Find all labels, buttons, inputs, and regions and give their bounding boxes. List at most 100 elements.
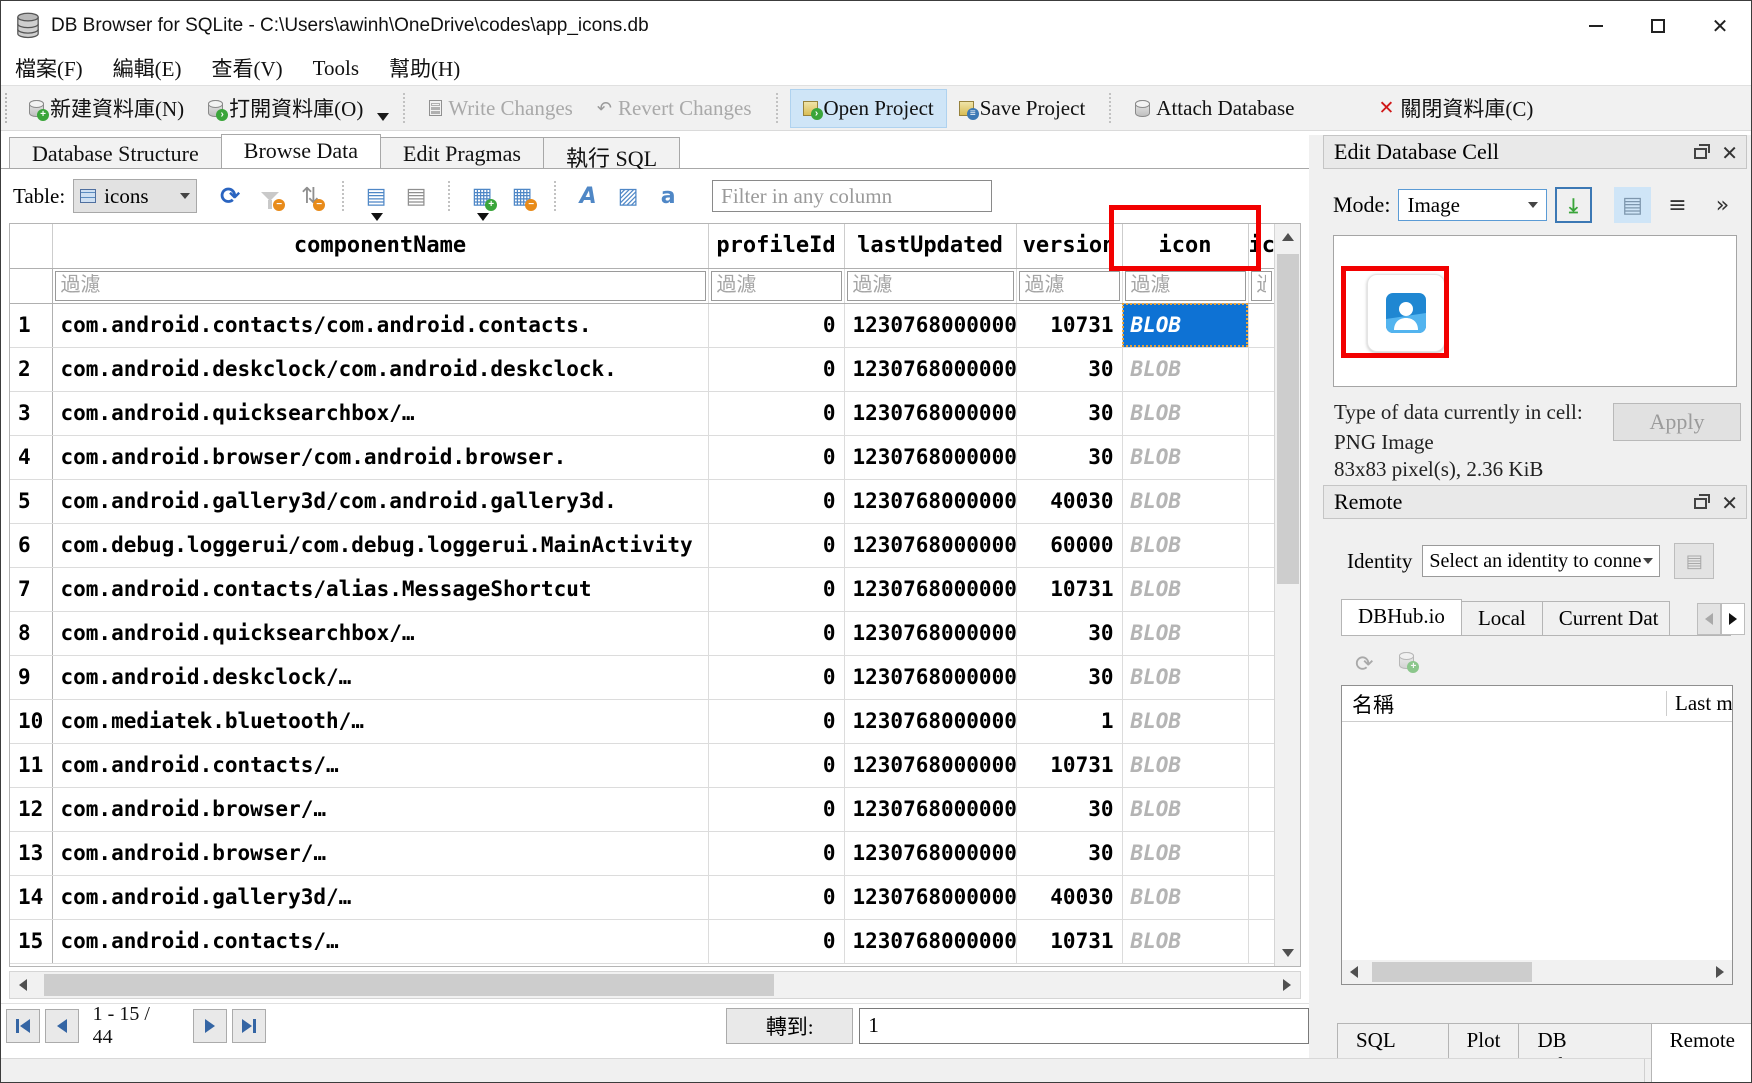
vertical-scrollbar-thumb[interactable]	[1277, 254, 1299, 584]
mode-select[interactable]: Image	[1398, 189, 1546, 221]
clear-sort-button[interactable]: ⇅ −	[293, 179, 327, 213]
tab-remote[interactable]: Remote	[1651, 1023, 1752, 1083]
row-number[interactable]: 6	[10, 523, 52, 567]
clone-database-icon[interactable]: +	[1399, 652, 1414, 669]
cell-componentName[interactable]: com.android.contacts/alias.MessageShortc…	[52, 567, 708, 611]
cell-lastUpdated[interactable]: 1230768000000	[844, 699, 1016, 743]
cell-profileId[interactable]: 0	[708, 479, 844, 523]
cell-icon[interactable]: BLOB	[1122, 787, 1248, 831]
row-number[interactable]: 13	[10, 831, 52, 875]
tab-browse-data[interactable]: Browse Data	[221, 134, 381, 168]
menu-help[interactable]: 幫助(H)	[389, 53, 460, 83]
cell-profileId[interactable]: 0	[708, 567, 844, 611]
clear-filters-button[interactable]: −	[253, 179, 287, 213]
cell-lastUpdated[interactable]: 1230768000000	[844, 391, 1016, 435]
open-database-button[interactable]: › 打開資料庫(O)	[196, 87, 375, 129]
revert-changes-button[interactable]: ↶ Revert Changes	[585, 90, 764, 127]
row-number[interactable]: 4	[10, 435, 52, 479]
goto-input[interactable]	[859, 1008, 1309, 1044]
chevron-down-icon[interactable]	[371, 213, 383, 221]
cell-profileId[interactable]: 0	[708, 831, 844, 875]
apply-button[interactable]: Apply	[1613, 403, 1741, 441]
open-project-button[interactable]: › Open Project	[790, 89, 947, 128]
cell-profileId[interactable]: 0	[708, 699, 844, 743]
cell-version[interactable]: 30	[1016, 391, 1122, 435]
new-database-button[interactable]: + 新建資料庫(N)	[17, 87, 196, 129]
tree-column-name[interactable]: 名稱	[1342, 689, 1666, 719]
panel-splitter[interactable]	[1309, 135, 1323, 1058]
cell-profileId[interactable]: 0	[708, 611, 844, 655]
identity-clone-button[interactable]: ▤	[1674, 543, 1714, 579]
table-select[interactable]: icons	[73, 179, 197, 213]
cell-profileId[interactable]: 0	[708, 303, 844, 347]
word-wrap-toggle-button[interactable]: ≡	[1659, 187, 1696, 223]
cell-version[interactable]: 60000	[1016, 523, 1122, 567]
menu-tools[interactable]: Tools	[313, 56, 359, 81]
tab-execute-sql[interactable]: 執行 SQL	[543, 137, 680, 168]
goto-button[interactable]: 轉到:	[726, 1008, 853, 1044]
row-number[interactable]: 7	[10, 567, 52, 611]
tab-edit-pragmas[interactable]: Edit Pragmas	[380, 137, 544, 168]
column-header-lastUpdated[interactable]: lastUpdated	[844, 224, 1016, 268]
row-number[interactable]: 1	[10, 303, 52, 347]
cell-version[interactable]: 10731	[1016, 567, 1122, 611]
scroll-right-button[interactable]	[1274, 972, 1300, 998]
tree-horizontal-scrollbar[interactable]	[1342, 960, 1732, 984]
cell-lastUpdated[interactable]: 1230768000000	[844, 567, 1016, 611]
column-header-profileId[interactable]: profileId	[708, 224, 844, 268]
cell-icon[interactable]: BLOB	[1122, 567, 1248, 611]
cell-profileId[interactable]: 0	[708, 435, 844, 479]
tree-scrollbar-thumb[interactable]	[1372, 962, 1532, 982]
cell-lastUpdated[interactable]: 1230768000000	[844, 435, 1016, 479]
cell-icon-selected[interactable]: BLOB	[1122, 303, 1248, 347]
row-number[interactable]: 14	[10, 875, 52, 919]
close-panel-icon[interactable]: ✕	[1721, 141, 1738, 165]
cell-version[interactable]: 30	[1016, 787, 1122, 831]
delete-record-button[interactable]: ▦ −	[505, 179, 539, 213]
refresh-icon[interactable]: ⟳	[1355, 652, 1373, 677]
save-project-button[interactable]: ≡ Save Project	[947, 90, 1098, 127]
cell-profileId[interactable]: 0	[708, 787, 844, 831]
next-record-button[interactable]	[193, 1009, 227, 1043]
filter-lastUpdated-input[interactable]	[847, 271, 1014, 301]
cell-componentName[interactable]: com.android.browser/com.android.browser.	[52, 435, 708, 479]
filter-partial-input[interactable]	[1251, 271, 1272, 301]
cell-lastUpdated[interactable]: 1230768000000	[844, 875, 1016, 919]
cell-version[interactable]: 1	[1016, 699, 1122, 743]
cell-icon[interactable]: BLOB	[1122, 523, 1248, 567]
print-button[interactable]: ▤	[399, 179, 433, 213]
tab-database-structure[interactable]: Database Structure	[9, 137, 222, 168]
last-record-button[interactable]	[232, 1009, 266, 1043]
cell-icon[interactable]: BLOB	[1122, 435, 1248, 479]
maximize-button[interactable]	[1627, 1, 1689, 51]
float-panel-icon[interactable]	[1694, 498, 1707, 509]
menu-edit[interactable]: 編輯(E)	[113, 53, 182, 83]
tab-local[interactable]: Local	[1461, 601, 1543, 635]
cell-componentName[interactable]: com.android.deskclock/…	[52, 655, 708, 699]
scroll-right-button[interactable]	[1708, 960, 1732, 984]
open-database-dropdown-icon[interactable]	[377, 113, 389, 121]
cell-icon[interactable]: BLOB	[1122, 479, 1248, 523]
title-bar[interactable]: DB Browser for SQLite - C:\Users\awinh\O…	[1, 1, 1751, 51]
more-options-button[interactable]: »	[1704, 187, 1741, 223]
cell-profileId[interactable]: 0	[708, 875, 844, 919]
row-number[interactable]: 11	[10, 743, 52, 787]
toolbar-drag-handle[interactable]	[5, 93, 13, 123]
previous-record-button[interactable]	[45, 1009, 79, 1043]
close-database-button[interactable]: ✕ 關閉資料庫(C)	[1366, 87, 1545, 129]
cell-lastUpdated[interactable]: 1230768000000	[844, 523, 1016, 567]
cell-version[interactable]: 10731	[1016, 743, 1122, 787]
copy-record-button[interactable]: ▤	[359, 179, 393, 213]
cell-version[interactable]: 30	[1016, 611, 1122, 655]
filter-profileId-input[interactable]	[711, 271, 842, 301]
cell-version[interactable]: 30	[1016, 435, 1122, 479]
row-number[interactable]: 8	[10, 611, 52, 655]
cell-version[interactable]: 10731	[1016, 919, 1122, 963]
cell-componentName[interactable]: com.android.deskclock/com.android.deskcl…	[52, 347, 708, 391]
column-header-version[interactable]: version	[1016, 224, 1122, 268]
minimize-button[interactable]	[1565, 1, 1627, 51]
cell-lastUpdated[interactable]: 1230768000000	[844, 787, 1016, 831]
cell-icon[interactable]: BLOB	[1122, 655, 1248, 699]
cell-componentName[interactable]: com.android.contacts/com.android.contact…	[52, 303, 708, 347]
cell-icon[interactable]: BLOB	[1122, 743, 1248, 787]
